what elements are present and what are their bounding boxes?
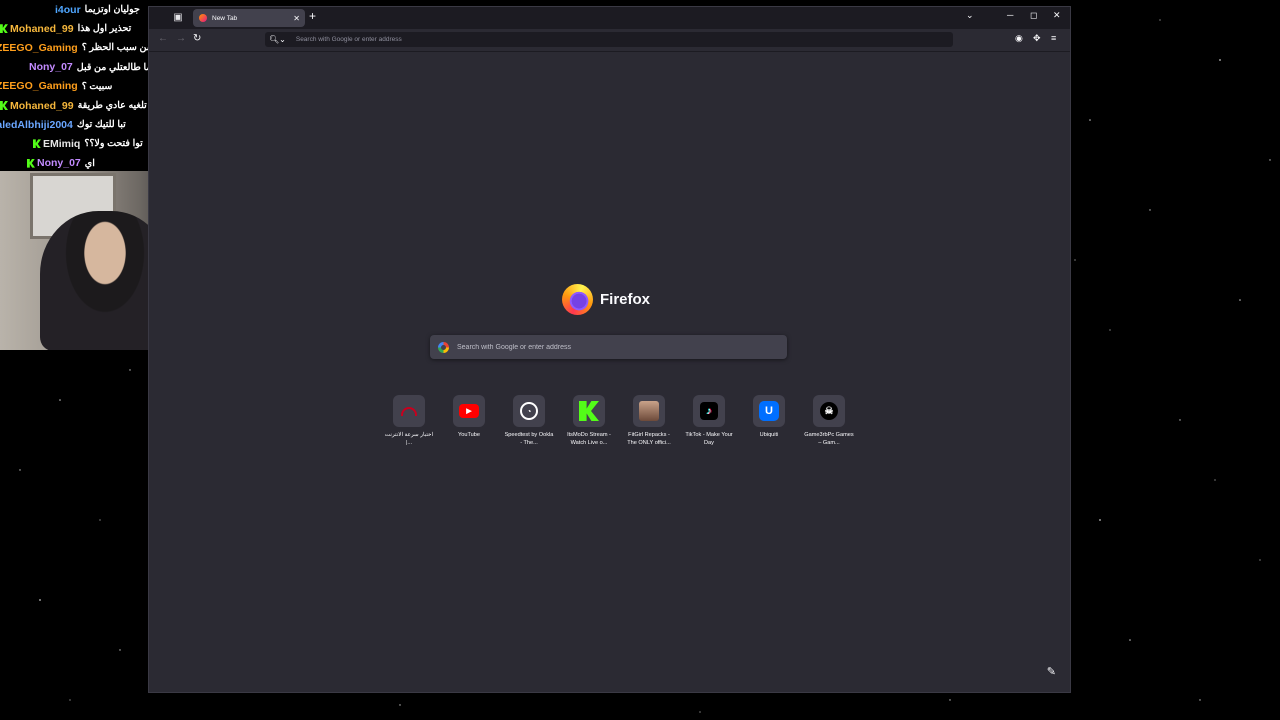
chat-username: Nony_07 — [29, 61, 73, 74]
chat-username: Nony_07 — [37, 157, 81, 170]
chat-text: جوليان اوتزيما — [84, 4, 140, 16]
top-site-youtube[interactable]: ▶ YouTube — [439, 395, 499, 447]
top-site-gamebit[interactable]: ☠ Game3rbPc Games – Gam... — [799, 395, 859, 447]
chat-message: ZEEGO_Gaming شن سبب الحظر ؟ — [0, 38, 170, 57]
tab-title: New Tab — [212, 14, 238, 22]
chat-text: اي — [84, 157, 95, 169]
chat-username: haledAlbhiji2004 — [0, 118, 73, 131]
home-search-box[interactable] — [430, 335, 787, 359]
chat-message: Mohaned_99 تحذير اول هذا — [0, 19, 170, 38]
tiktok-icon: ♪ — [700, 402, 718, 420]
ubiquiti-icon: U — [759, 401, 779, 421]
kick-badge-icon — [0, 24, 8, 34]
speedtest-ar-icon — [401, 406, 417, 416]
top-site-tile[interactable]: ☠ — [813, 395, 845, 427]
chat-username: ZEEGO_Gaming — [0, 41, 78, 54]
top-site-label: Ubiquiti — [759, 432, 779, 438]
chat-text: تبا للتيك توك — [76, 119, 126, 131]
chat-username: i4our — [55, 3, 81, 16]
menu-icon[interactable]: ≡ — [1051, 33, 1056, 43]
tab-new-tab[interactable]: New Tab ✕ — [193, 9, 305, 27]
chat-username: EMimiq — [43, 137, 81, 150]
account-icon[interactable]: ◉ — [1015, 33, 1023, 44]
reload-button[interactable]: ↻ — [193, 33, 201, 44]
navigation-toolbar: ← → ↻ 🔍︎⌄ ◉ ✥ ≡ — [149, 29, 1070, 52]
url-bar[interactable]: 🔍︎⌄ — [265, 32, 953, 47]
new-tab-page: Firefox اختبار سرعة الانترنت |... ▶ YouTub… — [149, 52, 1070, 692]
tab-bar: ▣ New Tab ✕ + ⌄ ─ ◻ ✕ — [149, 7, 1070, 29]
top-site-fitgirl[interactable]: FitGirl Repacks - The ONLY offici... — [619, 395, 679, 447]
firefox-view-icon[interactable]: ▣ — [171, 11, 185, 25]
chat-username: Mohaned_99 — [10, 22, 74, 35]
kick-badge-icon — [27, 158, 35, 168]
top-site-label: اختبار سرعة الانترنت |... — [384, 432, 434, 446]
firefox-favicon-icon — [199, 14, 207, 22]
kick-icon — [579, 401, 599, 421]
stream-chat-overlay: i4our جوليان اوتزيما Mohaned_99 تحذير اول ه… — [0, 0, 179, 173]
top-site-label: Speedtest by Ookla - The... — [504, 432, 554, 446]
top-site-tile[interactable]: ◔ — [513, 395, 545, 427]
chat-username: ZEEGO_Gaming — [0, 80, 78, 93]
firefox-wordmark: Firefox — [600, 291, 651, 308]
top-site-kick[interactable]: ItsMoDo Stream - Watch Live o... — [559, 395, 619, 447]
maximize-button[interactable]: ◻ — [1030, 10, 1037, 21]
top-site-tiktok[interactable]: ♪ TikTok - Make Your Day — [679, 395, 739, 447]
kick-badge-icon — [33, 139, 41, 149]
close-window-button[interactable]: ✕ — [1053, 10, 1061, 21]
firefox-window: ▣ New Tab ✕ + ⌄ ─ ◻ ✕ ← → ↻ 🔍︎⌄ ◉ ✥ ≡ Fi… — [148, 6, 1071, 693]
gamebit-icon: ☠ — [820, 402, 838, 420]
top-site-tile[interactable]: ♪ — [693, 395, 725, 427]
chat-message: Mohaned_99 تقدر تلغيه عادي طريقة — [0, 96, 170, 115]
top-site-label: TikTok - Make Your Day — [685, 432, 733, 446]
top-site-speedtest-ar[interactable]: اختبار سرعة الانترنت |... — [379, 395, 439, 447]
chat-message: haledAlbhiji2004تبا للتيك توك — [0, 115, 170, 134]
fitgirl-icon — [639, 401, 659, 421]
customize-pencil-icon[interactable]: ✎ — [1047, 665, 1056, 678]
home-search-input[interactable] — [455, 342, 787, 352]
back-button[interactable]: ← — [158, 33, 168, 44]
youtube-icon: ▶ — [459, 404, 479, 418]
chat-username: Mohaned_99 — [10, 99, 74, 112]
minimize-button[interactable]: ─ — [1007, 10, 1013, 20]
search-engine-icon[interactable]: 🔍︎⌄ — [269, 35, 286, 44]
top-site-label: YouTube — [458, 432, 480, 438]
chat-text: تحذير اول هذا — [77, 23, 132, 35]
chat-message: ZEEGO_Gaming سبيت ؟ — [0, 77, 170, 96]
close-tab-icon[interactable]: ✕ — [293, 14, 300, 23]
top-site-tile[interactable] — [393, 395, 425, 427]
top-sites: اختبار سرعة الانترنت |... ▶ YouTube ◔ Speedt… — [379, 395, 859, 447]
extensions-icon[interactable]: ✥ — [1033, 33, 1041, 44]
kick-badge-icon — [0, 101, 8, 111]
top-site-label: ItsMoDo Stream - Watch Live o... — [567, 432, 611, 446]
firefox-branding: Firefox — [562, 284, 650, 315]
speedtest-icon: ◔ — [520, 402, 538, 420]
forward-button[interactable]: → — [176, 33, 186, 44]
top-site-label: FitGirl Repacks - The ONLY offici... — [627, 432, 671, 446]
chat-text: سبيت ؟ — [81, 80, 113, 92]
top-site-speedtest[interactable]: ◔ Speedtest by Ookla - The... — [499, 395, 559, 447]
chat-text: توا فتحت ولا؟؟ — [84, 138, 143, 150]
new-tab-button[interactable]: + — [309, 9, 316, 23]
chat-text: شن سبب الحظر ؟ — [81, 42, 155, 54]
top-site-tile[interactable] — [633, 395, 665, 427]
list-all-tabs-icon[interactable]: ⌄ — [966, 10, 974, 21]
google-icon — [438, 341, 449, 353]
top-site-tile[interactable] — [573, 395, 605, 427]
top-site-tile[interactable]: ▶ — [453, 395, 485, 427]
top-site-ubiquiti[interactable]: U Ubiquiti — [739, 395, 799, 447]
top-site-label: Game3rbPc Games – Gam... — [804, 432, 854, 446]
top-site-tile[interactable]: U — [753, 395, 785, 427]
address-input[interactable] — [293, 35, 953, 44]
firefox-logo-icon — [562, 284, 593, 315]
